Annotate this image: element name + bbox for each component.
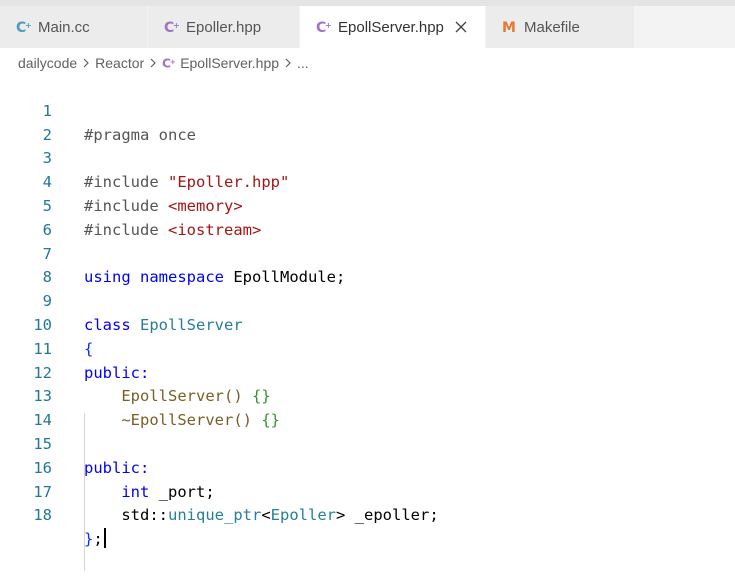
breadcrumb-item-file[interactable]: EpollServer.hpp [180, 55, 279, 71]
tab-label: Epoller.hpp [186, 18, 262, 36]
tab-epollserver-hpp[interactable]: C + EpollServer.hpp [300, 6, 486, 48]
code-line-5: 5 #include <iostream> [0, 171, 735, 239]
svg-text:+: + [25, 21, 32, 30]
code-line-1: 1 #pragma once [0, 76, 735, 144]
tab-main-cc[interactable]: C + Main.cc [0, 6, 148, 48]
code-line-3: 3 #include "Epoller.hpp" [0, 124, 735, 191]
code-line-14: 14 [0, 385, 735, 429]
code-line-17: 17 std::unique_ptr<Epoller> _epoller; [0, 457, 735, 525]
svg-text:+: + [170, 58, 176, 66]
code-line-18: 18 }; [0, 481, 735, 549]
chevron-right-icon [81, 57, 91, 69]
code-line-9: 9 class EpollServer [0, 266, 735, 334]
code-line-15: 15 public: [0, 409, 735, 477]
cpp-header-icon: C + [162, 56, 176, 70]
svg-text:+: + [173, 21, 180, 30]
code-line-2: 2 [0, 100, 735, 144]
code-line-7: 7 using namespace EpollModule; [0, 219, 735, 287]
cpp-file-icon: C + [16, 19, 32, 35]
code-editor[interactable]: 1 #pragma once 2 3 #include "Epoller.hpp… [0, 76, 735, 571]
breadcrumb: dailycode Reactor C + EpollServer.hpp ... [18, 52, 309, 74]
code-line-6: 6 [0, 195, 735, 239]
makefile-icon: M [502, 19, 518, 35]
line-number: 18 [33, 506, 52, 525]
tab-label: Makefile [524, 18, 580, 36]
code-line-11: 11 public: [0, 314, 735, 382]
code-line-10: 10 { [0, 290, 735, 358]
tab-label: Main.cc [38, 18, 90, 36]
svg-text:M: M [502, 20, 516, 35]
code-line-12: 12 EpollServer() {} [0, 338, 735, 406]
namespace-qualifier: std:: [121, 506, 168, 525]
type-name: Epoller [270, 506, 336, 525]
svg-text:+: + [325, 21, 332, 30]
breadcrumb-item-symbol[interactable]: ... [297, 55, 309, 71]
code-line-8: 8 [0, 243, 735, 286]
type-name: unique_ptr [168, 506, 262, 525]
editor-tab-bar: C + Main.cc C + Epoller.hpp C + EpollServer… [0, 6, 735, 48]
chevron-right-icon [283, 57, 293, 69]
code-line-16: 16 int _port; [0, 433, 735, 501]
tab-label: EpollServer.hpp [338, 18, 444, 36]
tab-epoller-hpp[interactable]: C + Epoller.hpp [148, 6, 300, 48]
code-line-4: 4 #include <memory> [0, 147, 735, 215]
chevron-right-icon [148, 57, 158, 69]
cpp-header-icon: C + [316, 19, 332, 35]
breadcrumb-item-dailycode[interactable]: dailycode [18, 55, 77, 71]
member-name: _epoller; [345, 506, 439, 525]
close-icon[interactable] [454, 20, 468, 34]
code-line-13: 13 ~EpollServer() {} [0, 362, 735, 429]
text-cursor [103, 528, 106, 549]
brace: } [84, 530, 94, 549]
tab-makefile[interactable]: M Makefile [486, 6, 635, 48]
breadcrumb-item-reactor[interactable]: Reactor [95, 55, 144, 71]
cpp-header-icon: C + [164, 19, 180, 35]
